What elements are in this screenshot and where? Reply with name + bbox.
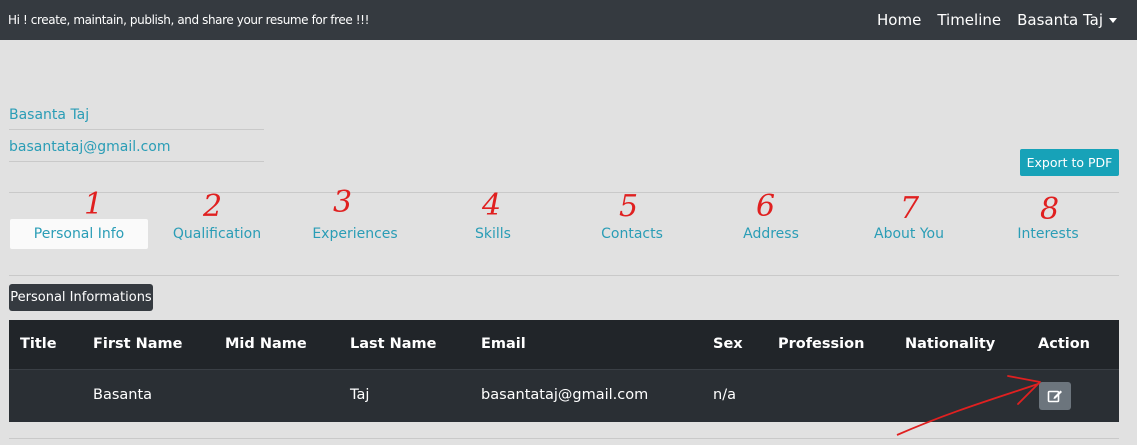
cell-first-name: Basanta bbox=[93, 387, 153, 403]
header-first-name: First Name bbox=[93, 336, 183, 352]
tab-number-5: 5 bbox=[619, 189, 639, 224]
user-email: basantataj@gmail.com bbox=[9, 133, 264, 162]
caret-down-icon bbox=[1109, 18, 1117, 23]
tab-contacts[interactable]: Contacts bbox=[563, 219, 701, 249]
header-profession: Profession bbox=[778, 336, 865, 352]
cell-sex: n/a bbox=[713, 387, 736, 403]
user-menu-label: Basanta Taj bbox=[1017, 11, 1103, 29]
cell-email: basantataj@gmail.com bbox=[481, 387, 649, 403]
tab-interests[interactable]: Interests bbox=[979, 219, 1117, 249]
header-sex: Sex bbox=[713, 336, 743, 352]
header-mid-name: Mid Name bbox=[225, 336, 307, 352]
personal-info-table: Title First Name Mid Name Last Name Emai… bbox=[9, 320, 1119, 422]
header-nationality: Nationality bbox=[905, 336, 996, 352]
tab-personal-info[interactable]: Personal Info bbox=[10, 219, 148, 249]
header-title: Title bbox=[20, 336, 57, 352]
header-action: Action bbox=[1038, 336, 1091, 352]
tab-number-1: 1 bbox=[84, 187, 104, 222]
header-last-name: Last Name bbox=[350, 336, 437, 352]
tab-number-6: 6 bbox=[756, 189, 776, 224]
tab-qualification[interactable]: Qualification bbox=[148, 219, 286, 249]
tab-number-2: 2 bbox=[203, 189, 223, 224]
nav-timeline[interactable]: Timeline bbox=[937, 11, 1001, 29]
user-name: Basanta Taj bbox=[9, 101, 264, 130]
header-email: Email bbox=[481, 336, 526, 352]
export-pdf-button[interactable]: Export to PDF bbox=[1020, 149, 1119, 176]
table-header: Title First Name Mid Name Last Name Emai… bbox=[9, 320, 1119, 369]
tab-number-4: 4 bbox=[482, 188, 502, 223]
navbar-brand[interactable]: Hi ! create, maintain, publish, and shar… bbox=[8, 13, 369, 27]
edit-button[interactable] bbox=[1039, 382, 1071, 410]
cell-last-name: Taj bbox=[350, 387, 370, 403]
divider bbox=[9, 438, 1119, 439]
nav-user-menu[interactable]: Basanta Taj bbox=[1017, 11, 1117, 29]
section-tabs: Personal Info Qualification Experiences … bbox=[10, 219, 1118, 249]
tab-skills[interactable]: Skills bbox=[424, 219, 562, 249]
navbar: Hi ! create, maintain, publish, and shar… bbox=[0, 0, 1137, 40]
tab-experiences[interactable]: Experiences bbox=[286, 219, 424, 249]
table-row: Basanta Taj basantataj@gmail.com n/a bbox=[9, 369, 1119, 422]
tab-address[interactable]: Address bbox=[702, 219, 840, 249]
divider bbox=[9, 275, 1119, 276]
tab-about-you[interactable]: About You bbox=[840, 219, 978, 249]
nav-links: Home Timeline Basanta Taj bbox=[877, 11, 1117, 29]
section-title-badge[interactable]: Personal Informations bbox=[9, 284, 153, 311]
edit-icon bbox=[1047, 390, 1062, 403]
nav-home[interactable]: Home bbox=[877, 11, 921, 29]
tab-number-3: 3 bbox=[333, 185, 353, 220]
divider bbox=[9, 192, 1119, 193]
